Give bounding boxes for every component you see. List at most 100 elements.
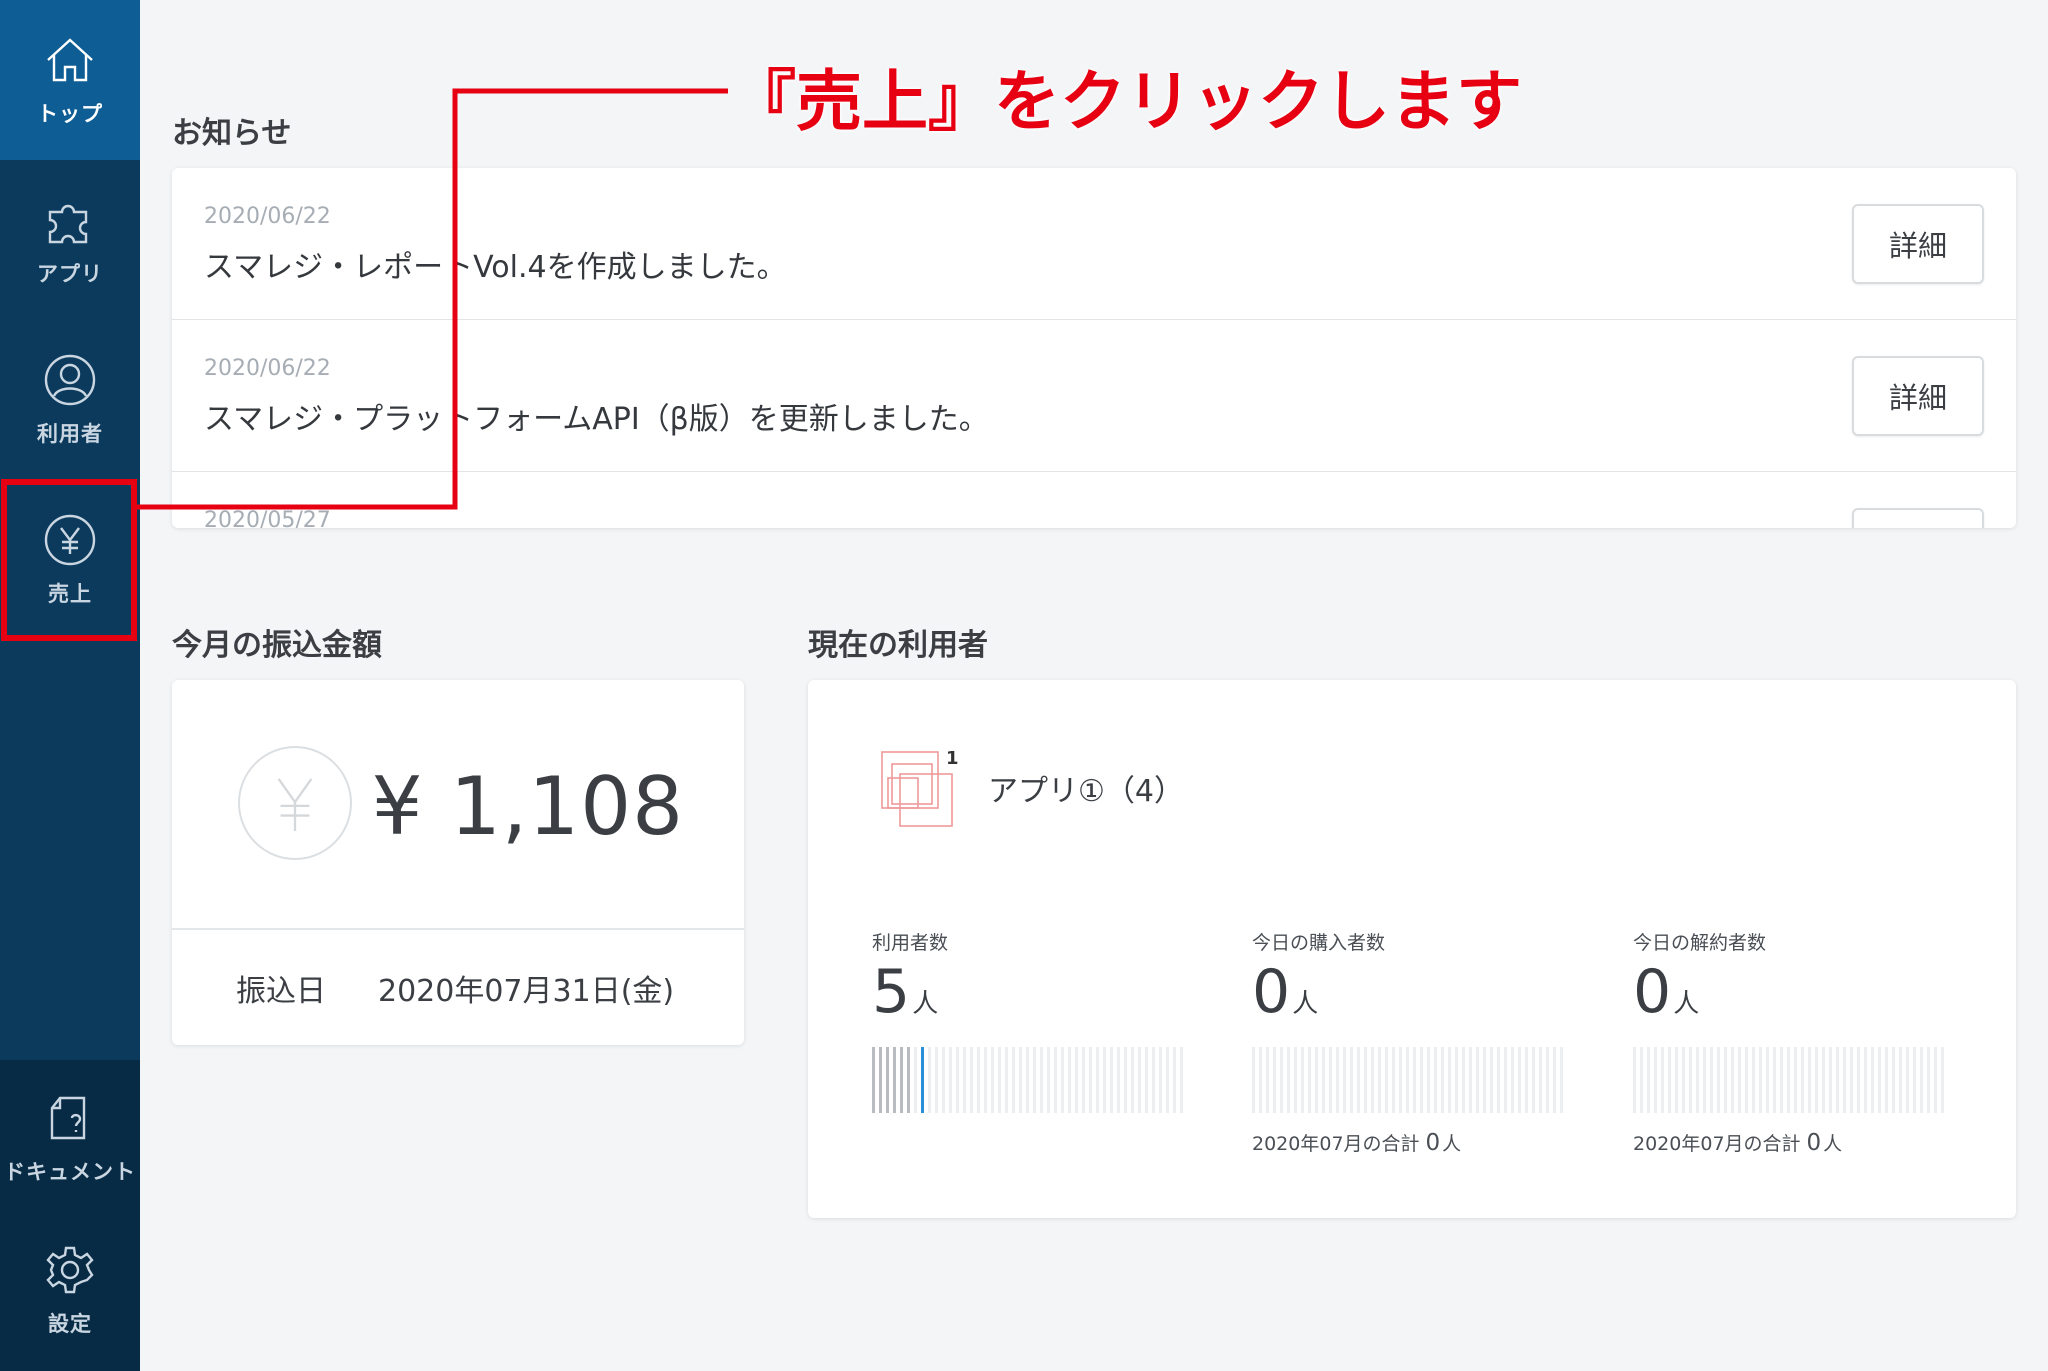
bar-segment <box>1117 1047 1120 1113</box>
bar-segment <box>1490 1047 1493 1113</box>
bar-segment <box>1640 1047 1643 1113</box>
bar-segment <box>1462 1047 1465 1113</box>
bar-segment <box>1322 1047 1325 1113</box>
bar-segment <box>1843 1047 1846 1113</box>
bar-segment <box>1329 1047 1332 1113</box>
sidebar-item-apps[interactable]: アプリ <box>0 160 140 320</box>
puzzle-icon <box>48 204 88 244</box>
bar-segment <box>886 1047 889 1113</box>
transfer-amount: ¥ 1,108 <box>371 760 684 853</box>
bar-segment <box>893 1047 896 1113</box>
bar-segment <box>1420 1047 1423 1113</box>
bar-segment <box>1005 1047 1008 1113</box>
sidebar-item-label: アプリ <box>37 262 103 286</box>
bar-segment <box>1822 1047 1825 1113</box>
bar-segment <box>1878 1047 1881 1113</box>
bar-segment <box>879 1047 882 1113</box>
bar-segment <box>1082 1047 1085 1113</box>
bar-segment <box>1899 1047 1902 1113</box>
bar-segment <box>1040 1047 1043 1113</box>
bar-segment <box>1364 1047 1367 1113</box>
divider <box>172 928 744 930</box>
bar-segment <box>1504 1047 1507 1113</box>
bar-segment <box>1780 1047 1783 1113</box>
detail-button[interactable]: 詳細 <box>1852 204 1984 284</box>
bar-segment <box>977 1047 980 1113</box>
user-icon <box>44 354 96 406</box>
bar-segment <box>1560 1047 1563 1113</box>
bar-segment <box>1166 1047 1169 1113</box>
bar-segment <box>1654 1047 1657 1113</box>
bar-segment <box>1096 1047 1099 1113</box>
detail-button[interactable] <box>1852 508 1984 528</box>
bar-segment <box>991 1047 994 1113</box>
current-users-card: 1 アプリ①（4） 利用者数 5人 今日の購入者数 0人 2020年07月の合計… <box>808 680 2016 1218</box>
bar-segment <box>1696 1047 1699 1113</box>
bar-segment <box>1703 1047 1706 1113</box>
bar-segment <box>1371 1047 1374 1113</box>
sidebar-item-top[interactable]: トップ <box>0 0 140 160</box>
bar-segment <box>1871 1047 1874 1113</box>
detail-button[interactable]: 詳細 <box>1852 356 1984 436</box>
bar-segment <box>1661 1047 1664 1113</box>
bar-segment <box>1273 1047 1276 1113</box>
bar-segment <box>1448 1047 1451 1113</box>
stat-total: 2020年07月の合計 0 人 <box>1252 1130 1462 1156</box>
bar-segment <box>1801 1047 1804 1113</box>
bar-segment <box>1103 1047 1106 1113</box>
usage-bar <box>1633 1047 1949 1113</box>
yen-icon <box>44 514 96 566</box>
sidebar-item-users[interactable]: 利用者 <box>0 320 140 480</box>
bar-segment <box>1180 1047 1183 1113</box>
bar-segment <box>1350 1047 1353 1113</box>
sidebar-item-label: 利用者 <box>37 422 103 446</box>
notice-date: 2020/06/22 <box>204 356 331 381</box>
bar-segment <box>1392 1047 1395 1113</box>
bar-segment <box>984 1047 987 1113</box>
bar-segment <box>1131 1047 1134 1113</box>
bar-segment <box>1815 1047 1818 1113</box>
bar-segment <box>1019 1047 1022 1113</box>
bar-segment <box>1075 1047 1078 1113</box>
bar-segment <box>1054 1047 1057 1113</box>
bar-segment <box>1738 1047 1741 1113</box>
bar-segment <box>1280 1047 1283 1113</box>
bar-segment <box>1026 1047 1029 1113</box>
notice-date: 2020/06/22 <box>204 204 331 229</box>
bar-segment <box>1315 1047 1318 1113</box>
bar-segment <box>1259 1047 1262 1113</box>
bar-segment <box>1287 1047 1290 1113</box>
bar-segment <box>970 1047 973 1113</box>
bar-segment <box>1152 1047 1155 1113</box>
transfer-card: ¥ 1,108 振込日 2020年07月31日(金) <box>172 680 744 1045</box>
stat-label: 今日の購入者数 <box>1252 932 1386 954</box>
sidebar: トップ アプリ 利用者 売上 ドキュメント 設定 <box>0 0 140 1371</box>
bar-segment <box>1675 1047 1678 1113</box>
bar-segment <box>1061 1047 1064 1113</box>
sidebar-item-sales[interactable]: 売上 <box>0 480 140 640</box>
sidebar-item-label: 設定 <box>48 1312 92 1336</box>
bar-segment <box>1336 1047 1339 1113</box>
transfer-date: 2020年07月31日(金) <box>378 974 675 1009</box>
sidebar-item-settings[interactable]: 設定 <box>0 1210 140 1370</box>
bar-segment <box>1836 1047 1839 1113</box>
home-icon <box>47 38 93 82</box>
bar-segment <box>1710 1047 1713 1113</box>
bar-segment <box>1724 1047 1727 1113</box>
annotation-text: 『売上』をクリックします <box>730 63 1522 140</box>
gear-icon <box>46 1246 94 1294</box>
bar-segment <box>1294 1047 1297 1113</box>
stat-value: 0人 <box>1633 957 1700 1027</box>
sidebar-item-documents[interactable]: ドキュメント <box>0 1058 140 1218</box>
bar-segment <box>1892 1047 1895 1113</box>
sidebar-item-label: ドキュメント <box>4 1160 136 1184</box>
bar-segment <box>1829 1047 1832 1113</box>
bar-segment <box>1476 1047 1479 1113</box>
bar-segment <box>1173 1047 1176 1113</box>
bar-segment <box>1717 1047 1720 1113</box>
bar-segment <box>1913 1047 1916 1113</box>
bar-segment <box>1068 1047 1071 1113</box>
notice-text: スマレジ・レポートVol.4を作成しました。 <box>204 250 787 285</box>
bar-segment <box>1633 1047 1636 1113</box>
bar-segment <box>1012 1047 1015 1113</box>
